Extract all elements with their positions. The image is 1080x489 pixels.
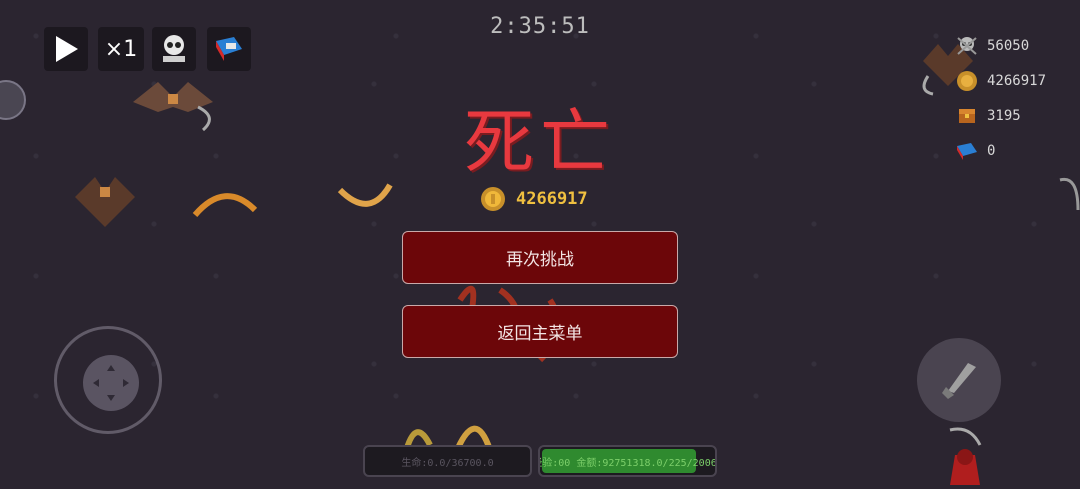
skull-skill-button[interactable] (152, 27, 196, 71)
treasure-chest-icon (955, 104, 979, 128)
attack-button[interactable] (917, 338, 1001, 422)
kills-stat: 56050 (955, 28, 1075, 63)
magnet-icon (216, 37, 242, 61)
magnet-item-button[interactable] (207, 27, 251, 71)
experience-bar-text: 经验:00 金额:92751318.0/225/20061 (538, 457, 717, 469)
magnets-stat: 0 (955, 133, 1075, 168)
slash-effect (192, 193, 258, 218)
gold-stat: 4266917 (955, 63, 1075, 98)
resume-play-button[interactable] (44, 27, 88, 71)
reaper-player-sprite (949, 427, 982, 485)
skull-icon (163, 35, 185, 62)
gold-value: 4266917 (987, 72, 1047, 89)
reaper-enemy-sprite (1059, 177, 1080, 211)
health-bar-text: 生命:0.0/36700.0 (401, 457, 494, 469)
experience-bar: 经验:00 金额:92751318.0/225/20061 (538, 445, 717, 477)
gold-coin-icon (955, 69, 979, 93)
chests-stat: 3195 (955, 98, 1075, 133)
death-title: 死亡 (464, 101, 616, 183)
speed-label: ×1 (104, 36, 138, 62)
chests-value: 3195 (987, 107, 1021, 124)
retry-button-label: 再次挑战 (506, 250, 574, 270)
main-menu-button[interactable]: 返回主菜单 (402, 305, 678, 358)
gold-earned-value: 4266917 (516, 189, 588, 209)
main-menu-button-label: 返回主菜单 (497, 324, 583, 344)
dpad-arrows-icon (93, 365, 129, 401)
bat-enemy-sprite (75, 177, 135, 227)
stats-panel: 56050 4266917 3195 0 (955, 28, 1075, 168)
skull-crossbones-icon (955, 34, 979, 58)
play-icon (56, 36, 78, 62)
kills-value: 56050 (987, 37, 1030, 54)
virtual-joystick[interactable] (54, 326, 162, 434)
joystick-knob[interactable] (83, 355, 139, 411)
game-timer: 2:35:51 (490, 14, 590, 39)
gold-earned: 4266917 (480, 186, 620, 212)
magnet-icon (955, 139, 979, 163)
retry-button[interactable]: 再次挑战 (402, 231, 678, 284)
bat-enemy-sprite (133, 82, 213, 132)
health-bar: 生命:0.0/36700.0 (363, 445, 532, 477)
game-speed-button[interactable]: ×1 (98, 27, 144, 71)
sword-icon (942, 363, 976, 399)
slash-effect (337, 183, 393, 207)
magnets-value: 0 (987, 142, 996, 159)
gold-coin-icon (481, 187, 505, 211)
